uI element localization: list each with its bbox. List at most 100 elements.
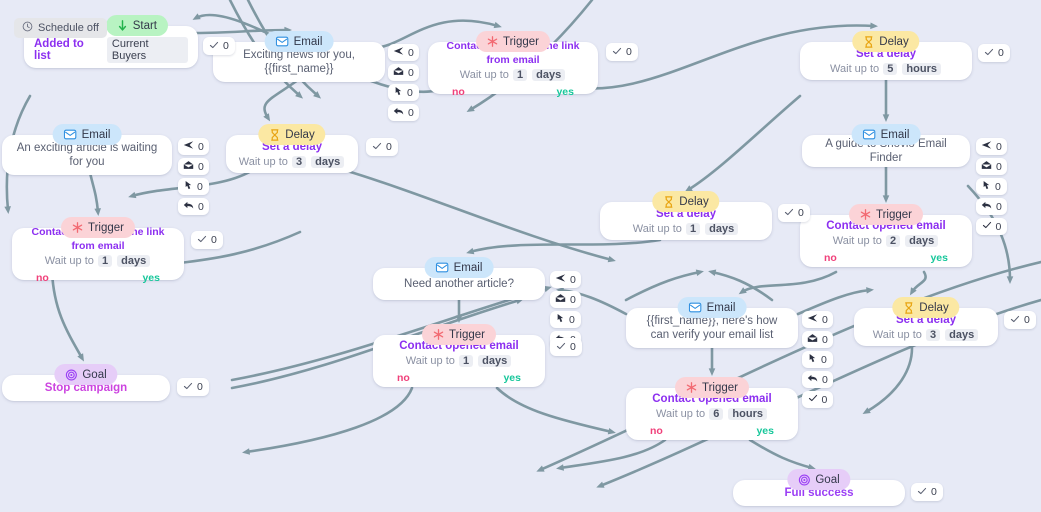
stat-sent[interactable]: 0	[802, 311, 833, 328]
check-badge-goal-1[interactable]: 0	[177, 378, 209, 396]
check-badge-value: 0	[798, 207, 804, 219]
stat-opened[interactable]: 0	[802, 331, 833, 348]
check-badge-goal-2[interactable]: 0	[911, 483, 943, 501]
stat-sent[interactable]: 0	[550, 271, 581, 288]
check-badge-delay-3[interactable]: 0	[778, 204, 810, 222]
stat-opened[interactable]: 0	[388, 64, 419, 81]
node-trigger-2[interactable]: Trigger Contact clicked on the link from…	[12, 217, 184, 284]
node-pill-trigger: Trigger	[849, 204, 923, 225]
branch-yes[interactable]: yes	[930, 252, 948, 264]
branch-no[interactable]: no	[824, 252, 837, 264]
stat-clicked[interactable]: 0	[178, 178, 209, 195]
sent-icon	[183, 140, 194, 153]
node-pill-goal: Goal	[54, 364, 118, 385]
node-pill-label: Trigger	[876, 208, 912, 221]
node-trigger-5[interactable]: Trigger Contact opened email Wait up to …	[626, 377, 798, 440]
node-pill-email: Email	[851, 124, 921, 145]
node-pill-label: Email	[293, 35, 323, 48]
branch-yes[interactable]: yes	[756, 425, 774, 437]
branch-no[interactable]: no	[397, 372, 410, 384]
sent-icon	[807, 313, 818, 326]
star-icon	[433, 329, 444, 340]
stat-check[interactable]: 0	[802, 391, 833, 408]
branch-no[interactable]: no	[36, 272, 49, 284]
check-badge-trigger-1[interactable]: 0	[606, 43, 638, 61]
check-icon	[808, 393, 818, 406]
stat-opened[interactable]: 0	[178, 158, 209, 175]
branch-no[interactable]: no	[452, 86, 465, 98]
stat-replied[interactable]: 0	[802, 371, 833, 388]
check-badge-start[interactable]: 0	[203, 37, 235, 55]
node-goal-2[interactable]: Goal Full success	[733, 469, 905, 506]
node-email-4[interactable]: Email Need another article?	[373, 257, 545, 300]
trigger-wait: Wait up to 1 days	[45, 254, 151, 267]
stat-value: 0	[198, 140, 204, 153]
stat-clicked[interactable]: 0	[388, 84, 419, 101]
wait-prefix: Wait up to	[405, 354, 455, 367]
check-badge-delay-1[interactable]: 0	[978, 44, 1010, 62]
check-badge-value: 0	[223, 40, 229, 52]
wait-prefix: Wait up to	[872, 329, 922, 341]
check-badge-trigger-4[interactable]: 0	[550, 338, 582, 356]
wait-unit: days	[117, 254, 151, 267]
star-icon	[487, 36, 498, 47]
arrow-down-icon	[117, 19, 128, 32]
stat-replied[interactable]: 0	[388, 104, 419, 121]
check-icon	[209, 40, 219, 53]
replied-icon	[183, 200, 194, 213]
node-pill-label: Email	[706, 301, 736, 314]
delay-wait: Wait up to 1 days	[633, 223, 739, 235]
check-badge-value: 0	[386, 141, 392, 153]
check-badge-value: 0	[570, 341, 576, 353]
workflow-canvas[interactable]: Schedule off Start Added to list Current…	[0, 0, 1041, 512]
check-badge-delay-2[interactable]: 0	[366, 138, 398, 156]
node-delay-1[interactable]: Delay Set a delay Wait up to 5 hours	[800, 31, 972, 80]
node-goal-1[interactable]: Goal Stop campaign	[2, 364, 170, 401]
node-pill-label: Delay	[285, 128, 315, 141]
branch-no[interactable]: no	[650, 425, 663, 437]
stat-value: 0	[822, 373, 828, 386]
branch-row: no yes	[636, 425, 788, 437]
node-email-2[interactable]: Email An exciting article is waiting for…	[2, 124, 172, 175]
check-icon	[183, 381, 193, 394]
node-delay-3[interactable]: Delay Set a delay Wait up to 1 days	[600, 191, 772, 240]
stat-check[interactable]: 0	[976, 218, 1007, 235]
stat-stack-email-5: 0 0 0 0 0	[802, 311, 833, 408]
stat-stack-email-4: 0 0 0 0	[550, 271, 581, 348]
stat-sent[interactable]: 0	[388, 44, 419, 61]
wait-value: 3	[291, 156, 307, 168]
branch-yes[interactable]: yes	[556, 86, 574, 98]
node-pill-email: Email	[264, 31, 334, 52]
stat-clicked[interactable]: 0	[802, 351, 833, 368]
node-trigger-4[interactable]: Trigger Contact opened email Wait up to …	[373, 324, 545, 387]
node-pill-label: Email	[453, 261, 483, 274]
wait-prefix: Wait up to	[830, 63, 880, 75]
check-badge-value: 0	[211, 234, 217, 246]
stat-opened[interactable]: 0	[550, 291, 581, 308]
branch-yes[interactable]: yes	[503, 372, 521, 384]
stat-value: 0	[198, 160, 204, 173]
stat-clicked[interactable]: 0	[550, 311, 581, 328]
stat-replied[interactable]: 0	[976, 198, 1007, 215]
stat-clicked[interactable]: 0	[976, 178, 1007, 195]
node-trigger-1[interactable]: Trigger Contact clicked on the link from…	[428, 31, 598, 98]
node-delay-2[interactable]: Delay Set a delay Wait up to 3 days	[226, 124, 358, 173]
star-icon	[860, 209, 871, 220]
stat-replied[interactable]: 0	[178, 198, 209, 215]
stat-opened[interactable]: 0	[976, 158, 1007, 175]
node-pill-trigger: Trigger	[476, 31, 550, 52]
stat-sent[interactable]: 0	[976, 138, 1007, 155]
node-email-3[interactable]: Email A guide to Snovio Email Finder	[802, 124, 970, 167]
node-trigger-3[interactable]: Trigger Contact opened email Wait up to …	[800, 204, 972, 267]
node-pill-email: Email	[677, 297, 747, 318]
stat-sent[interactable]: 0	[178, 138, 209, 155]
schedule-chip[interactable]: Schedule off	[14, 18, 107, 38]
check-badge-trigger-2[interactable]: 0	[191, 231, 223, 249]
node-delay-4[interactable]: Delay Set a delay Wait up to 3 days	[854, 297, 998, 346]
node-email-5[interactable]: Email {{first_name}}, here's how can ver…	[626, 297, 798, 348]
branch-yes[interactable]: yes	[142, 272, 160, 284]
star-icon	[686, 382, 697, 393]
node-email-1[interactable]: Email Exciting news for you, {{first_nam…	[213, 31, 385, 82]
check-badge-delay-4[interactable]: 0	[1004, 311, 1036, 329]
wait-prefix: Wait up to	[238, 156, 288, 168]
